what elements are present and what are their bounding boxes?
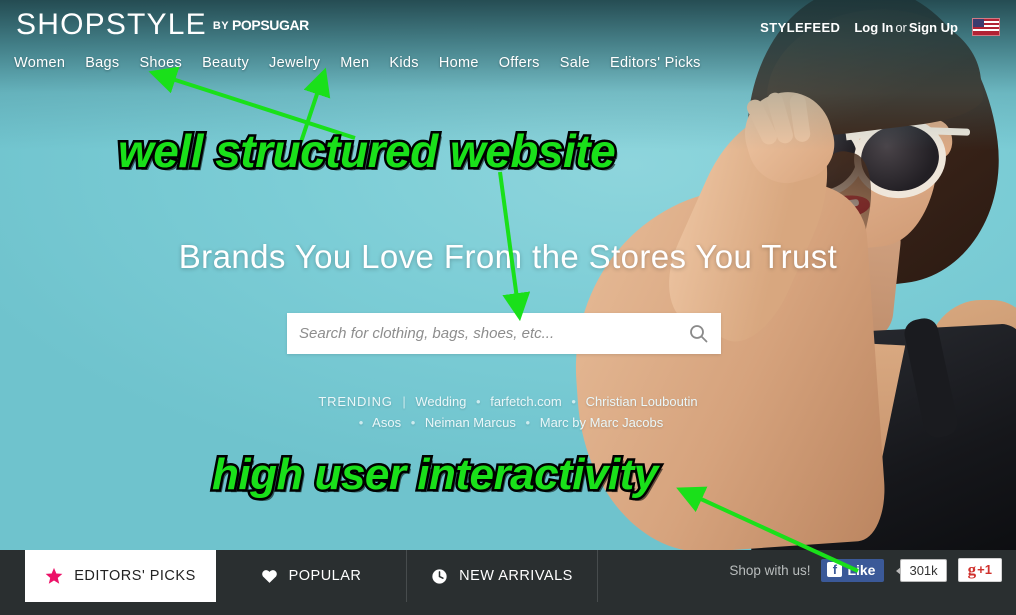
hero-tagline: Brands You Love From the Stores You Trus… <box>178 238 838 275</box>
shop-with-us-label: Shop with us! <box>729 562 811 578</box>
google-plus-icon: g <box>967 560 977 579</box>
tab-editors-picks[interactable]: EDITORS' PICKS <box>25 550 216 602</box>
auth-links: Log In or Sign Up <box>854 20 958 35</box>
or-text: or <box>895 19 907 35</box>
nav-item-jewelry[interactable]: Jewelry <box>269 55 320 71</box>
logo-by-text: BY <box>212 20 229 32</box>
trending-link-farfetch[interactable]: farfetch.com <box>490 394 562 409</box>
search-bar[interactable] <box>287 313 721 354</box>
tab-label: EDITORS' PICKS <box>74 568 196 584</box>
site-logo[interactable]: SHOPSTYLE BY POPSUGAR <box>16 8 309 42</box>
search-input[interactable] <box>287 314 675 353</box>
category-nav: Women Bags Shoes Beauty Jewelry Men Kids… <box>14 55 701 71</box>
tab-label: NEW ARRIVALS <box>459 568 573 584</box>
trending-link-marc-by-marc-jacobs[interactable]: Marc by Marc Jacobs <box>540 415 664 430</box>
nav-item-editors-picks[interactable]: Editors' Picks <box>610 55 701 71</box>
tab-new-arrivals[interactable]: NEW ARRIVALS <box>407 550 598 602</box>
tab-popular[interactable]: POPULAR <box>216 550 407 602</box>
nav-item-home[interactable]: Home <box>439 55 479 71</box>
nav-item-women[interactable]: Women <box>14 55 65 71</box>
bullet-icon: • <box>571 394 576 409</box>
facebook-icon: f <box>827 562 843 577</box>
bullet-icon: • <box>358 415 364 430</box>
logo-popsugar-text: POPSUGAR <box>231 17 309 33</box>
bullet-icon: • <box>525 415 531 430</box>
star-icon <box>45 567 63 585</box>
nav-item-offers[interactable]: Offers <box>499 55 540 71</box>
heart-icon <box>261 568 278 585</box>
bullet-icon: • <box>410 415 416 430</box>
search-button[interactable] <box>675 313 721 354</box>
facebook-like-label: Like <box>847 561 876 578</box>
shopstyle-homepage: SHOPSTYLE BY POPSUGAR STYLEFEED Log In or Si… <box>0 0 1016 615</box>
google-plus-one-button[interactable]: g +1 <box>957 558 1002 582</box>
bullet-icon: • <box>476 394 481 409</box>
search-icon <box>689 325 707 343</box>
log-in-link[interactable]: Log In <box>854 20 893 35</box>
trending-searches: TRENDING | Wedding • farfetch.com • Chri… <box>0 391 1016 433</box>
trending-divider: | <box>402 394 406 409</box>
nav-item-beauty[interactable]: Beauty <box>202 55 249 71</box>
trending-link-neiman-marcus[interactable]: Neiman Marcus <box>425 415 516 430</box>
trending-label: TRENDING <box>318 394 393 409</box>
trending-link-christian-louboutin[interactable]: Christian Louboutin <box>586 394 698 409</box>
nav-item-shoes[interactable]: Shoes <box>139 55 182 71</box>
nav-item-men[interactable]: Men <box>340 55 369 71</box>
trending-row-1: TRENDING | Wedding • farfetch.com • Chri… <box>0 391 1016 412</box>
facebook-like-count: 301k <box>896 558 947 582</box>
sign-up-link[interactable]: Sign Up <box>909 20 958 35</box>
tab-label: POPULAR <box>288 568 362 584</box>
facebook-like-button[interactable]: f Like <box>821 558 885 582</box>
annotation-note-1: well structured website <box>115 123 618 180</box>
nav-item-bags[interactable]: Bags <box>85 55 119 71</box>
stylefeed-link[interactable]: STYLEFEED <box>760 20 840 35</box>
trending-link-wedding[interactable]: Wedding <box>415 394 466 409</box>
top-navigation-bar: SHOPSTYLE BY POPSUGAR STYLEFEED Log In or Si… <box>0 0 1016 80</box>
us-flag-icon[interactable] <box>972 18 1000 36</box>
nav-item-kids[interactable]: Kids <box>389 55 418 71</box>
logo-text: SHOPSTYLE <box>16 8 207 41</box>
trending-row-2: • Asos • Neiman Marcus • Marc by Marc Ja… <box>0 412 1016 433</box>
google-plus-one-label: +1 <box>977 562 992 577</box>
clock-icon <box>431 568 448 585</box>
social-share-group: Shop with us! f Like 301k g +1 <box>729 558 1002 582</box>
nav-item-sale[interactable]: Sale <box>560 55 590 71</box>
trending-link-asos[interactable]: Asos <box>372 415 401 430</box>
annotation-note-2: high user interactivity <box>210 448 661 502</box>
account-links: STYLEFEED Log In or Sign Up <box>760 18 1000 36</box>
